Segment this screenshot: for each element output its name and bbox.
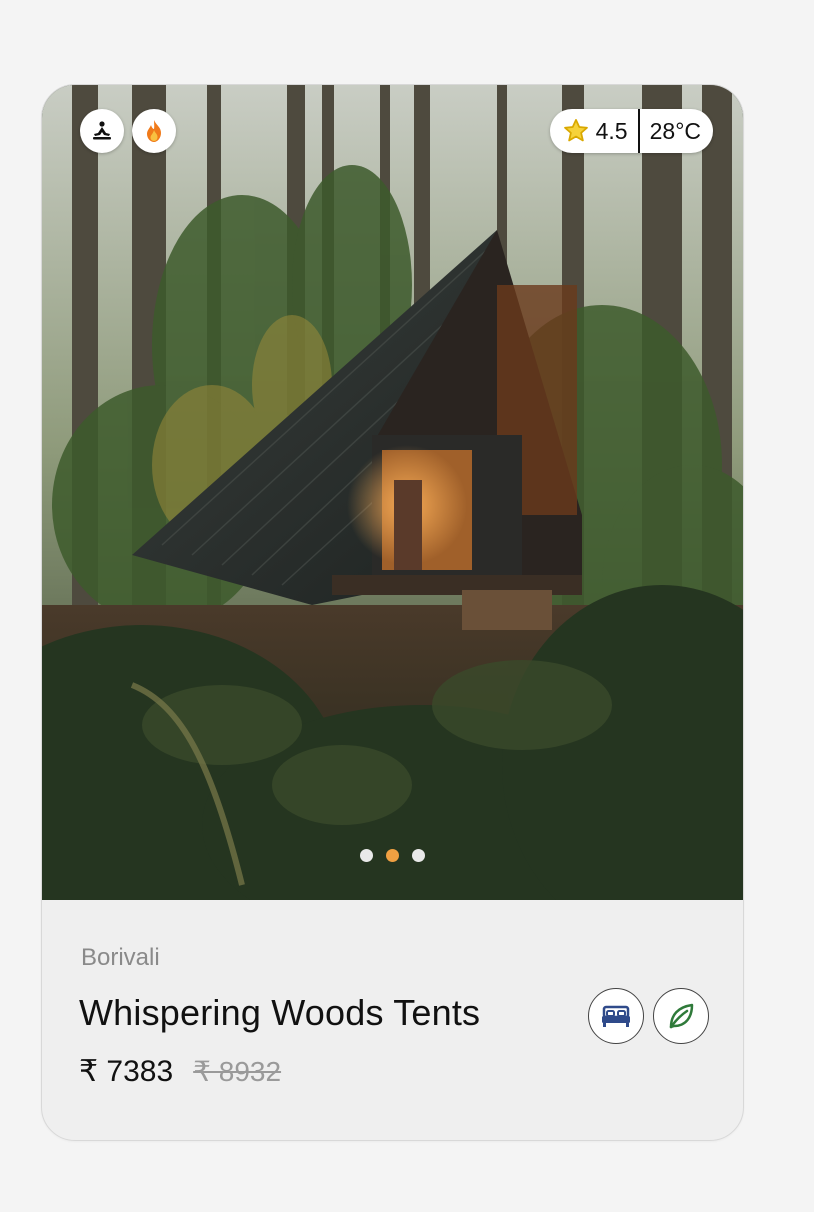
- campfire-icon: [132, 109, 176, 153]
- carousel-dot-active[interactable]: [386, 849, 399, 862]
- meditation-icon: [80, 109, 124, 153]
- listing-card[interactable]: 4.5 28°C Borivali Whispering Woods Tents…: [41, 84, 744, 1141]
- star-icon: [563, 119, 588, 142]
- rating-value: 4.5: [595, 117, 628, 144]
- carousel-dot[interactable]: [412, 849, 425, 862]
- carousel-dot[interactable]: [360, 849, 373, 862]
- carousel-dots[interactable]: [360, 849, 425, 862]
- rating-weather-badge: 4.5 28°C: [549, 109, 713, 153]
- listing-photo[interactable]: 4.5 28°C: [42, 85, 743, 900]
- listing-title[interactable]: Whispering Woods Tents: [79, 992, 480, 1034]
- current-price: ₹ 7383: [79, 1055, 174, 1088]
- listing-info: Borivali Whispering Woods Tents ₹ 7383 ₹…: [42, 900, 743, 1140]
- location-label: Borivali: [81, 944, 160, 971]
- bed-icon: [588, 988, 644, 1044]
- original-price: ₹ 8932: [193, 1056, 282, 1087]
- leaf-icon: [653, 988, 709, 1044]
- temperature-value: 28°C: [649, 117, 701, 144]
- price-row: ₹ 7383 ₹ 8932: [79, 1054, 281, 1089]
